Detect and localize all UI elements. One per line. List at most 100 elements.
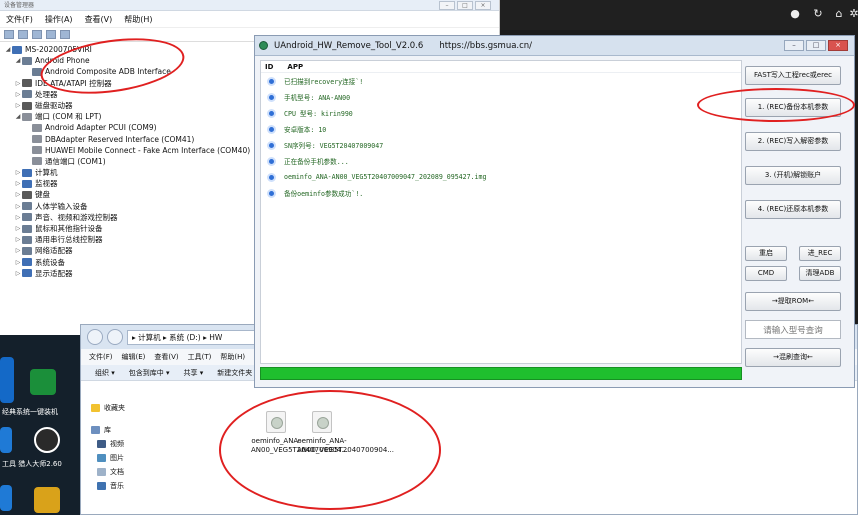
device-icon <box>32 157 42 166</box>
device-icon <box>22 202 32 211</box>
nav-favorites[interactable]: 收藏夹 <box>91 401 211 415</box>
nav-libraries[interactable]: 库 <box>91 423 211 437</box>
explorer-menu-view[interactable]: 查看(V) <box>154 352 178 362</box>
maximize-button[interactable]: □ <box>806 40 826 51</box>
expand-arrow-icon[interactable]: ▷ <box>14 223 22 234</box>
device-icon <box>32 135 42 144</box>
refresh-icon[interactable]: ↻ <box>811 7 825 21</box>
expand-arrow-icon[interactable]: ▷ <box>14 201 22 212</box>
device-icon <box>22 168 32 177</box>
menu-file[interactable]: 文件(F) <box>6 14 33 24</box>
minimize-button[interactable]: – <box>439 1 455 10</box>
expand-arrow-icon[interactable]: ▷ <box>14 100 22 111</box>
include-library-button[interactable]: 包含到库中 ▾ <box>129 368 170 377</box>
music-icon <box>97 482 106 490</box>
device-tree-label: 通用串行总线控制器 <box>35 235 103 245</box>
gear-icon[interactable]: ✲ <box>847 7 858 21</box>
expand-arrow-icon[interactable]: ▷ <box>14 212 22 223</box>
write-unlock-params-button[interactable]: 2. (REC)写入解密参数 <box>745 132 841 151</box>
expand-arrow-icon[interactable]: ▷ <box>14 245 22 256</box>
back-icon[interactable] <box>4 30 14 39</box>
log-message: 正在备份手机参数... <box>284 158 349 166</box>
expand-arrow-icon[interactable]: ▷ <box>14 78 22 89</box>
log-column-app: APP <box>287 63 304 71</box>
home-icon[interactable]: ⌂ <box>832 7 846 21</box>
tool-window-controls: – □ × <box>784 40 848 51</box>
expand-arrow-icon[interactable]: ◢ <box>14 111 22 122</box>
model-query-input[interactable] <box>745 320 841 339</box>
nav-music[interactable]: 音乐 <box>91 479 211 493</box>
expand-arrow-icon[interactable]: ▷ <box>14 167 22 178</box>
explorer-menu-file[interactable]: 文件(F) <box>89 352 113 362</box>
mix-flash-query-button[interactable]: →混刷查询← <box>745 348 841 367</box>
cmd-button[interactable]: CMD <box>745 266 787 281</box>
expand-arrow-icon[interactable]: ▷ <box>14 89 22 100</box>
partial-app-icon[interactable] <box>0 357 14 403</box>
info-bullet-icon <box>267 188 276 198</box>
menu-help[interactable]: 帮助(H) <box>124 14 152 24</box>
restore-params-button[interactable]: 4. (REC)还原本机参数 <box>745 200 841 219</box>
clear-adb-button[interactable]: 清理ADB <box>799 266 841 281</box>
device-tree-label: 监视器 <box>35 179 58 189</box>
expand-arrow-icon[interactable]: ▷ <box>14 178 22 189</box>
nav-documents[interactable]: 文档 <box>91 465 211 479</box>
device-icon <box>22 179 32 188</box>
maximize-button[interactable]: □ <box>457 1 473 10</box>
partial-tool-icon[interactable] <box>0 427 12 453</box>
log-message: 已扫描到recovery连接`! <box>284 78 364 86</box>
device-icon <box>22 235 32 244</box>
device-tree-label: 处理器 <box>35 89 58 99</box>
minimize-button[interactable]: – <box>784 40 804 51</box>
partial-app-icon-2[interactable] <box>0 485 12 511</box>
device-tree-label: Android Adapter PCUI (COM9) <box>45 123 157 133</box>
expand-arrow-icon[interactable]: ▷ <box>14 268 22 279</box>
organize-button[interactable]: 组织 ▾ <box>95 368 115 377</box>
hunter-tool-icon[interactable] <box>34 427 60 453</box>
explorer-menu-help[interactable]: 帮助(H) <box>220 352 245 362</box>
desktop-label-installer: 经典系统一键装机 <box>2 408 58 416</box>
device-icon <box>22 101 32 110</box>
info-bullet-icon <box>267 172 276 182</box>
nav-pictures[interactable]: 图片 <box>91 451 211 465</box>
reboot-button[interactable]: 重启 <box>745 246 787 261</box>
expand-arrow-icon[interactable]: ◢ <box>4 44 12 55</box>
explorer-menu-edit[interactable]: 编辑(E) <box>122 352 146 362</box>
device-icon <box>22 90 32 99</box>
enter-rec-button[interactable]: 进_REC <box>799 246 841 261</box>
menu-action[interactable]: 操作(A) <box>45 14 73 24</box>
extract-rom-button[interactable]: →提取ROM← <box>745 292 841 311</box>
forward-button[interactable] <box>107 329 123 345</box>
forward-icon[interactable] <box>18 30 28 39</box>
settings-icon[interactable]: ● <box>788 7 802 21</box>
menu-view[interactable]: 查看(V) <box>85 14 113 24</box>
share-button[interactable]: 共享 ▾ <box>184 368 204 377</box>
device-icon <box>32 146 42 155</box>
picture-icon <box>97 454 106 462</box>
close-button[interactable]: × <box>475 1 491 10</box>
log-panel: ID APP 已扫描到recovery连接`! 手机型号: ANA-AN00 CPU… <box>260 60 742 364</box>
video-icon <box>97 440 106 448</box>
nav-videos[interactable]: 视频 <box>91 437 211 451</box>
info-bullet-icon <box>267 76 276 86</box>
scan-hardware-icon[interactable] <box>60 30 70 39</box>
expand-arrow-icon[interactable]: ◢ <box>14 55 22 66</box>
system-installer-icon[interactable] <box>30 369 56 395</box>
help-icon[interactable] <box>46 30 56 39</box>
fastboot-rec-button[interactable]: FAST写入工程rec或erec <box>745 66 841 85</box>
log-message: 备份oeminfo参数成功`!. <box>284 190 364 198</box>
new-folder-button[interactable]: 新建文件夹 <box>217 368 252 377</box>
unlock-account-button[interactable]: 3. (开机)解锁账户 <box>745 166 841 185</box>
device-tree-label: 网络适配器 <box>35 246 73 256</box>
back-button[interactable] <box>87 329 103 345</box>
properties-icon[interactable] <box>32 30 42 39</box>
device-tree-label: 端口 (COM 和 LPT) <box>35 112 102 122</box>
expand-arrow-icon[interactable]: ▷ <box>14 234 22 245</box>
close-button[interactable]: × <box>828 40 848 51</box>
expand-arrow-icon[interactable]: ▷ <box>14 189 22 200</box>
folder-icon[interactable] <box>34 487 60 513</box>
device-icon <box>22 269 32 278</box>
device-icon <box>22 258 32 267</box>
explorer-menu-tools[interactable]: 工具(T) <box>188 352 212 362</box>
log-rows: 已扫描到recovery连接`! 手机型号: ANA-AN00 CPU 型号: ki… <box>261 73 741 201</box>
expand-arrow-icon[interactable]: ▷ <box>14 257 22 268</box>
